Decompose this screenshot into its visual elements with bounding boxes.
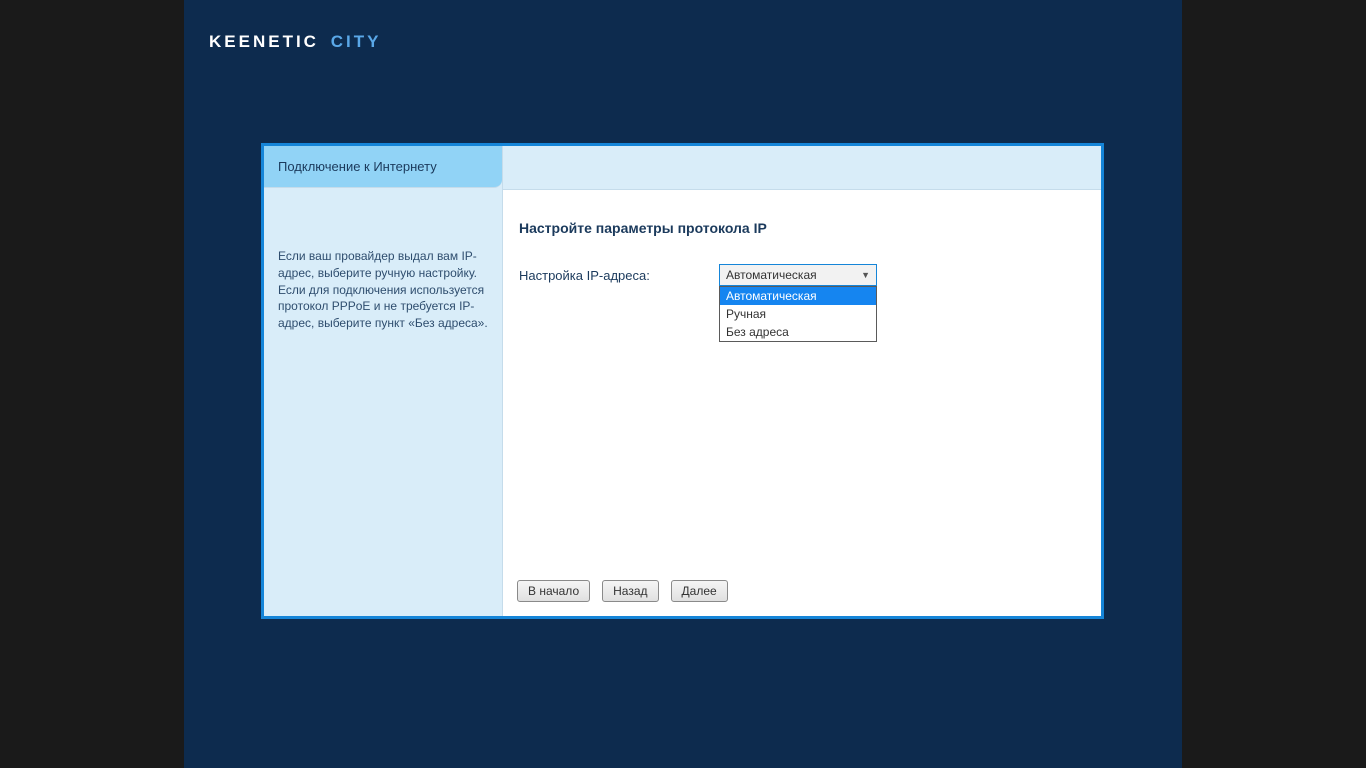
ip-option-none[interactable]: Без адреса — [720, 323, 876, 341]
main-panel: Настройте параметры протокола IP Настрой… — [503, 146, 1101, 616]
ip-config-row: Настройка IP-адреса: Автоматическая ▼ Ав… — [519, 264, 1085, 286]
sidebar-help-text: Если ваш провайдер выдал вам IP-адрес, в… — [264, 188, 502, 346]
tab-internet-connection[interactable]: Подключение к Интернету — [264, 146, 502, 188]
sidebar: Подключение к Интернету Если ваш провайд… — [264, 146, 503, 616]
ip-select-dropdown: Автоматическая Ручная Без адреса — [719, 286, 877, 342]
logo: KEENETIC CITY — [209, 32, 381, 52]
logo-model: CITY — [331, 32, 382, 51]
logo-brand: KEENETIC — [209, 32, 319, 51]
start-button[interactable]: В начало — [517, 580, 590, 602]
ip-select[interactable]: Автоматическая ▼ — [719, 264, 877, 286]
wizard-panel: Подключение к Интернету Если ваш провайд… — [261, 143, 1104, 619]
app-container: KEENETIC CITY Подключение к Интернету Ес… — [184, 0, 1182, 768]
page-heading: Настройте параметры протокола IP — [519, 220, 1085, 236]
back-button[interactable]: Назад — [602, 580, 658, 602]
button-bar: В начало Назад Далее — [503, 570, 1101, 616]
chevron-down-icon: ▼ — [861, 270, 870, 280]
ip-option-manual[interactable]: Ручная — [720, 305, 876, 323]
content-area: Настройте параметры протокола IP Настрой… — [503, 190, 1101, 570]
next-button[interactable]: Далее — [671, 580, 728, 602]
top-strip — [503, 146, 1101, 190]
ip-select-wrapper: Автоматическая ▼ Автоматическая Ручная Б… — [719, 264, 877, 286]
ip-option-auto[interactable]: Автоматическая — [720, 287, 876, 305]
ip-config-label: Настройка IP-адреса: — [519, 264, 719, 283]
ip-select-value: Автоматическая — [726, 268, 817, 282]
